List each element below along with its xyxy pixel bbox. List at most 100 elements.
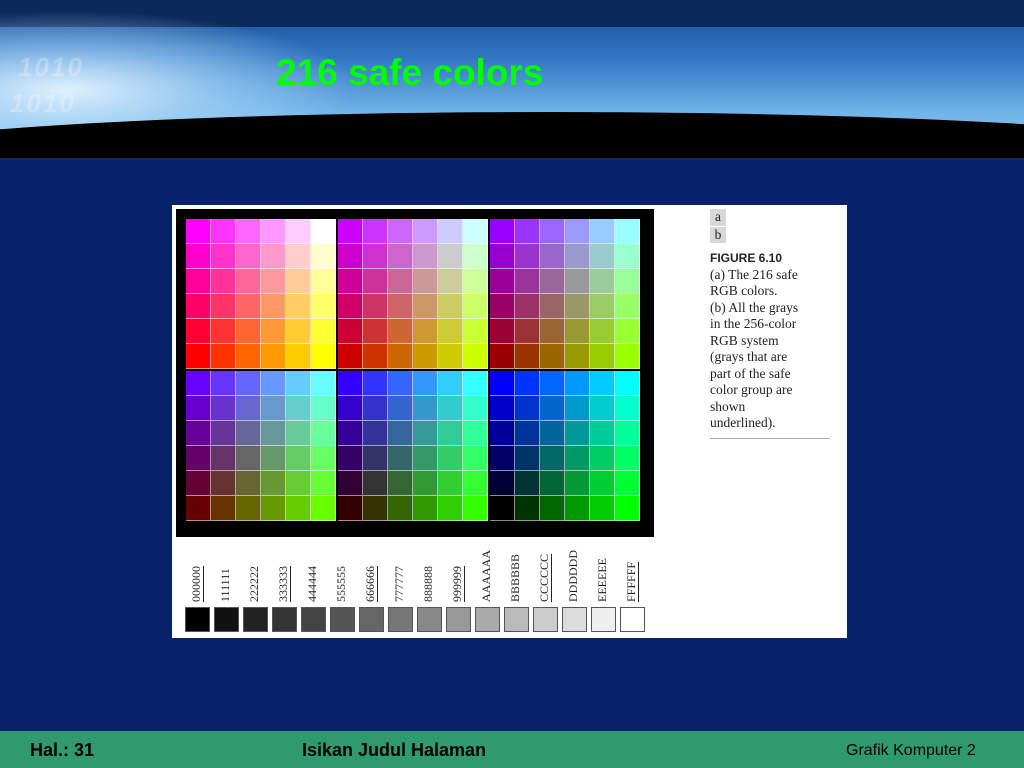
color-cell: [463, 269, 488, 294]
color-cell: [463, 421, 488, 446]
gray-swatch: [591, 607, 616, 632]
color-block: [186, 371, 336, 521]
color-cell: [236, 371, 261, 396]
caption-line: (grays that are: [710, 349, 788, 364]
color-cell: [590, 421, 615, 446]
color-cell: [236, 319, 261, 344]
color-cell: [311, 421, 336, 446]
color-cell: [211, 496, 236, 521]
color-cell: [286, 294, 311, 319]
gray-label: DDDDDD: [566, 550, 580, 602]
color-cell: [211, 471, 236, 496]
color-cell: [186, 446, 211, 471]
color-cell: [338, 421, 363, 446]
color-cell: [615, 371, 640, 396]
gray-label: 666666: [363, 566, 377, 602]
color-cell: [615, 319, 640, 344]
caption-line: (a) The 216 safe: [710, 266, 798, 282]
color-cell: [515, 421, 540, 446]
gray-swatch: [214, 607, 239, 632]
color-cell: [515, 371, 540, 396]
color-cell: [261, 294, 286, 319]
color-cell: [261, 446, 286, 471]
gray-swatch: [359, 607, 384, 632]
color-cell: [490, 496, 515, 521]
color-cell: [338, 344, 363, 369]
color-cell: [363, 344, 388, 369]
color-cell: [463, 396, 488, 421]
gray-label: FFFFFF: [624, 561, 638, 602]
gray-swatch: [388, 607, 413, 632]
color-cell: [515, 446, 540, 471]
color-cell: [311, 344, 336, 369]
header-black-arc: [0, 112, 1024, 160]
color-cell: [388, 396, 413, 421]
color-cell: [438, 344, 463, 369]
color-cell: [565, 244, 590, 269]
gray-swatch: [272, 607, 297, 632]
color-cell: [615, 344, 640, 369]
page-number: Hal.: 31: [30, 740, 95, 760]
color-cell: [311, 471, 336, 496]
color-cell: [338, 496, 363, 521]
color-cell: [186, 421, 211, 446]
color-cell: [590, 294, 615, 319]
color-cell: [211, 219, 236, 244]
color-cell: [463, 294, 488, 319]
color-cell: [515, 244, 540, 269]
caption-title: FIGURE 6.10: [710, 251, 783, 265]
color-cell: [286, 269, 311, 294]
color-cell: [186, 269, 211, 294]
color-cell: [463, 219, 488, 244]
color-cell: [286, 219, 311, 244]
color-cell: [286, 396, 311, 421]
color-cell: [338, 294, 363, 319]
color-cell: [286, 471, 311, 496]
color-cell: [388, 244, 413, 269]
color-cell: [463, 446, 488, 471]
color-cell: [615, 421, 640, 446]
color-cell: [490, 294, 515, 319]
caption-line: in the 256-color: [710, 316, 797, 331]
color-cell: [615, 446, 640, 471]
color-cell: [540, 496, 565, 521]
safe-color-grid: [176, 209, 654, 537]
color-cell: [590, 396, 615, 421]
course-name: Grafik Komputer 2: [846, 742, 976, 759]
footer-title: Isikan Judul Halaman: [302, 740, 487, 760]
color-cell: [186, 496, 211, 521]
color-cell: [363, 319, 388, 344]
color-cell: [565, 396, 590, 421]
color-cell: [261, 496, 286, 521]
color-cell: [540, 471, 565, 496]
color-cell: [515, 471, 540, 496]
color-cell: [438, 371, 463, 396]
color-cell: [363, 396, 388, 421]
gray-swatch: [475, 607, 500, 632]
color-cell: [338, 269, 363, 294]
color-cell: [413, 396, 438, 421]
color-cell: [590, 269, 615, 294]
gray-swatch: [330, 607, 355, 632]
color-cell: [413, 269, 438, 294]
color-cell: [311, 244, 336, 269]
color-cell: [388, 496, 413, 521]
color-cell: [211, 344, 236, 369]
color-cell: [338, 219, 363, 244]
color-cell: [236, 446, 261, 471]
color-cell: [490, 319, 515, 344]
color-cell: [236, 344, 261, 369]
color-cell: [413, 219, 438, 244]
color-cell: [236, 294, 261, 319]
color-cell: [438, 244, 463, 269]
color-cell: [186, 344, 211, 369]
color-cell: [565, 371, 590, 396]
color-cell: [211, 446, 236, 471]
color-cell: [211, 269, 236, 294]
color-cell: [615, 396, 640, 421]
color-cell: [286, 496, 311, 521]
color-cell: [590, 496, 615, 521]
color-block: [490, 219, 640, 369]
color-cell: [363, 471, 388, 496]
color-cell: [540, 446, 565, 471]
